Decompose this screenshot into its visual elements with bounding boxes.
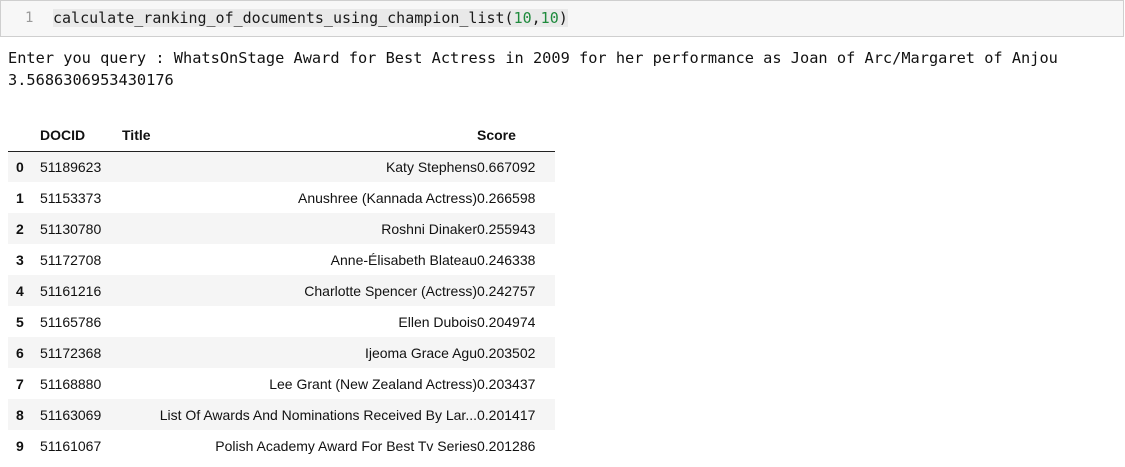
line-number: 1 — [25, 10, 34, 26]
row-docid: 51168880 — [40, 375, 102, 392]
table-row: 4 51161216 Charlotte Spencer (Actress) 0.24… — [8, 275, 555, 306]
row-title: Roshni Dinaker — [381, 220, 477, 237]
row-docid: 51189623 — [40, 158, 102, 175]
row-score: 0.201286 — [477, 437, 536, 454]
code-line[interactable]: calculate_ranking_of_documents_using_cha… — [53, 9, 568, 27]
table-row: 6 51172368 Ijeoma Grace Agu 0.203502 — [8, 337, 555, 368]
row-index: 6 — [16, 344, 24, 361]
row-docid: 51161216 — [40, 282, 102, 299]
elapsed-time: 3.5686306953430176 — [8, 71, 174, 89]
row-score: 0.204974 — [477, 313, 536, 330]
results-dataframe: DOCID Title Score 0 51189623 Katy Stephens… — [8, 120, 555, 461]
code-separator: , — [531, 9, 541, 27]
table-row: 0 51189623 Katy Stephens 0.667092 — [8, 151, 555, 182]
docid-header: DOCID — [40, 120, 122, 152]
query-line: Enter you query : WhatsOnStage Award for… — [8, 49, 1058, 67]
code-function-call: calculate_ranking_of_documents_using_cha… — [53, 9, 514, 27]
cell-stdout: Enter you query : WhatsOnStage Award for… — [8, 47, 1058, 91]
row-docid: 51163069 — [40, 406, 102, 423]
row-score: 0.203437 — [477, 375, 536, 392]
row-score: 0.203502 — [477, 344, 536, 361]
table-row: 1 51153373 Anushree (Kannada Actress) 0.266… — [8, 182, 555, 213]
row-index: 2 — [16, 220, 24, 237]
score-header: Score — [477, 120, 555, 152]
row-score: 0.242757 — [477, 282, 536, 299]
row-docid: 51165786 — [40, 313, 102, 330]
row-title: Polish Academy Award For Best Tv Series — [215, 437, 477, 454]
row-index: 3 — [16, 251, 24, 268]
row-title: Katy Stephens — [385, 158, 477, 175]
table-row: 2 51130780 Roshni Dinaker 0.255943 — [8, 213, 555, 244]
table-row: 8 51163069 List Of Awards And Nominations … — [8, 399, 555, 430]
row-title: Anne-Élisabeth Blateau — [330, 251, 477, 268]
index-header — [8, 120, 40, 152]
code-arg-1: 10 — [513, 9, 532, 27]
row-index: 0 — [16, 158, 24, 175]
row-docid: 51161067 — [40, 437, 102, 454]
table-row: 3 51172708 Anne-Élisabeth Blateau 0.246338 — [8, 244, 555, 275]
row-score: 0.246338 — [477, 251, 536, 268]
table-header-row: DOCID Title Score — [8, 120, 555, 152]
row-docid: 51130780 — [40, 220, 102, 237]
row-index: 7 — [16, 375, 24, 392]
row-title: Anushree (Kannada Actress) — [298, 189, 477, 206]
row-title: Ijeoma Grace Agu — [364, 344, 477, 361]
row-index: 8 — [16, 406, 24, 423]
table-row: 5 51165786 Ellen Dubois 0.204974 — [8, 306, 555, 337]
row-index: 4 — [16, 282, 24, 299]
row-title: Lee Grant (New Zealand Actress) — [269, 375, 477, 392]
row-score: 0.266598 — [477, 189, 536, 206]
code-arg-2: 10 — [540, 9, 559, 27]
row-title: Charlotte Spencer (Actress) — [304, 282, 477, 299]
code-close-paren: ) — [558, 9, 568, 27]
row-score: 0.667092 — [477, 158, 536, 175]
row-docid: 51172708 — [40, 251, 102, 268]
row-docid: 51153373 — [40, 189, 102, 206]
row-title: Ellen Dubois — [398, 313, 477, 330]
row-docid: 51172368 — [40, 344, 102, 361]
title-header: Title — [122, 120, 477, 152]
row-score: 0.255943 — [477, 220, 536, 237]
table-row: 9 51161067 Polish Academy Award For Best T… — [8, 430, 555, 461]
table-row: 7 51168880 Lee Grant (New Zealand Actress)… — [8, 368, 555, 399]
row-index: 1 — [16, 189, 24, 206]
row-title: List Of Awards And Nominations Received … — [159, 406, 477, 423]
row-index: 9 — [16, 437, 24, 454]
row-index: 5 — [16, 313, 24, 330]
row-score: 0.201417 — [477, 406, 536, 423]
code-input-cell[interactable]: 1 calculate_ranking_of_documents_using_c… — [0, 0, 1124, 37]
